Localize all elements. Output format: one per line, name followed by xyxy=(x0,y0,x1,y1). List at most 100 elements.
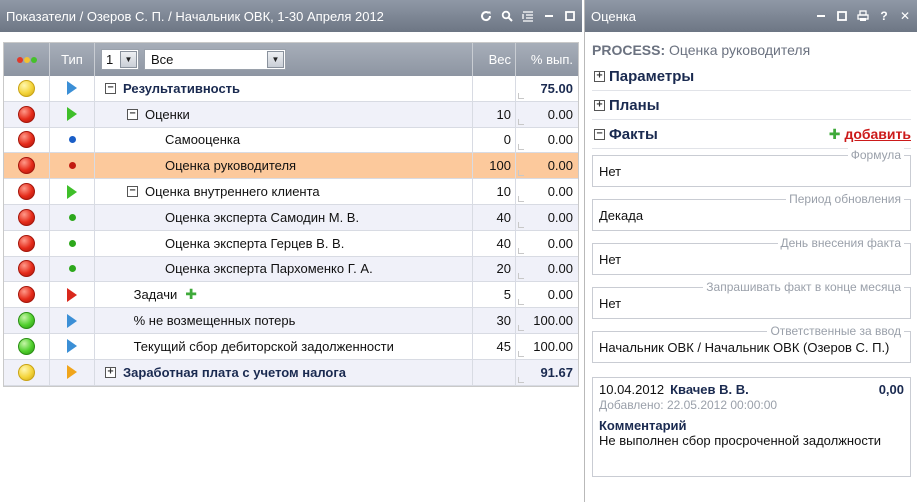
field-value: Нет xyxy=(599,164,622,179)
status-red-icon xyxy=(18,157,35,175)
status-cell xyxy=(4,179,50,204)
table-row[interactable]: Задачи ✚ 5 0.00 xyxy=(4,282,578,309)
type-cell xyxy=(50,282,95,308)
minimize-icon[interactable] xyxy=(815,10,827,22)
fact-field[interactable]: Ответственные за ввод Начальник ОВК / Нач… xyxy=(592,324,911,363)
status-yellow-icon xyxy=(18,79,35,97)
refresh-icon[interactable] xyxy=(480,10,492,22)
name-cell[interactable]: Самооценка xyxy=(95,127,473,153)
name-cell[interactable]: % не возмещенных потерь xyxy=(95,308,473,333)
status-cell xyxy=(4,127,50,153)
weight-cell xyxy=(473,359,516,385)
table-row[interactable]: % не возмещенных потерь 30 100.00 xyxy=(4,308,578,334)
name-cell[interactable]: Задачи ✚ xyxy=(95,282,473,308)
name-cell[interactable]: + Заработная плата с учетом налога xyxy=(95,359,473,385)
help-icon[interactable]: ? xyxy=(878,10,890,22)
percent-cell: 0.00 xyxy=(516,257,578,282)
status-yellow-icon xyxy=(18,363,35,381)
print-icon[interactable] xyxy=(857,10,869,22)
weight-cell: 10 xyxy=(473,179,516,204)
table-row[interactable]: − Оценка внутреннего клиента 10 0.00 xyxy=(4,179,578,205)
minimize-icon[interactable] xyxy=(543,10,555,22)
process-title: Оценка руководителя xyxy=(669,42,811,58)
table-row[interactable]: − Результативность 75.00 xyxy=(4,76,578,102)
percent-cell: 75.00 xyxy=(516,76,578,101)
type-column-header[interactable]: Тип xyxy=(50,43,95,76)
add-task-icon[interactable]: ✚ xyxy=(185,286,197,303)
comment-text: Не выполнен сбор просроченной задолжност… xyxy=(599,433,882,448)
level-select[interactable]: 1 ▼ xyxy=(101,49,139,70)
table-row[interactable]: Текущий сбор дебиторской задолженности 45… xyxy=(4,333,578,360)
status-cell xyxy=(4,153,50,179)
fact-field[interactable]: Запрашивать факт в конце месяца Нет xyxy=(592,280,911,319)
percent-cell: 0.00 xyxy=(516,231,578,256)
name-cell[interactable]: − Результативность xyxy=(95,76,473,101)
expand-icon[interactable]: + xyxy=(594,99,605,111)
table-row[interactable]: + Заработная плата с учетом налога 91.67 xyxy=(4,359,578,386)
percent-cell: 91.67 xyxy=(516,360,578,385)
chevron-down-icon[interactable]: ▼ xyxy=(267,51,284,68)
close-icon[interactable]: ✕ xyxy=(899,10,911,22)
type-cell xyxy=(50,127,95,153)
name-cell[interactable]: Текущий сбор дебиторской задолженности xyxy=(95,333,473,359)
percent-column-header[interactable]: % вып. xyxy=(516,43,578,76)
table-row[interactable]: Оценка руководителя 100 0.00 xyxy=(4,153,578,180)
fact-field[interactable]: День внесения факта Нет xyxy=(592,236,911,275)
fact-field[interactable]: Формула Нет xyxy=(592,148,911,187)
comment-label: Комментарий xyxy=(599,418,687,433)
table-row[interactable]: Оценка эксперта Герцев В. В. 40 0.00 xyxy=(4,230,578,257)
chevron-down-icon[interactable]: ▼ xyxy=(120,51,137,68)
fact-author: Квачев В. В. xyxy=(670,382,749,397)
name-cell[interactable]: Оценка эксперта Пархоменко Г. А. xyxy=(95,256,473,282)
weight-cell xyxy=(473,76,516,101)
section-params[interactable]: + Параметры xyxy=(592,62,911,91)
fact-field[interactable]: Период обновления Декада xyxy=(592,192,911,231)
type-dot-icon xyxy=(68,136,76,144)
expand-icon[interactable]: + xyxy=(594,70,605,82)
type-triangle-icon xyxy=(67,184,77,199)
field-legend: Период обновления xyxy=(786,192,904,206)
row-name: Результативность xyxy=(123,80,241,96)
collapse-icon[interactable]: − xyxy=(594,128,605,140)
percent-cell: 0.00 xyxy=(516,153,578,178)
collapse-icon[interactable]: − xyxy=(127,108,138,120)
weight-column-header[interactable]: Вес xyxy=(473,43,516,76)
maximize-icon[interactable] xyxy=(564,10,576,22)
add-icon[interactable]: ✚ xyxy=(829,126,841,143)
status-red-icon xyxy=(18,183,35,201)
row-name: Задачи xyxy=(133,287,178,303)
name-cell[interactable]: Оценка эксперта Герцев В. В. xyxy=(95,230,473,256)
type-triangle-icon xyxy=(67,107,77,122)
collapse-icon[interactable]: − xyxy=(105,82,116,94)
status-column-header[interactable] xyxy=(4,43,50,76)
expand-icon[interactable]: + xyxy=(105,366,116,378)
process-label: PROCESS: xyxy=(592,42,666,58)
search-icon[interactable] xyxy=(501,10,513,22)
fact-card[interactable]: 10.04.2012 Квачев В. В. 0,00 Добавлено: … xyxy=(592,377,911,477)
status-cell xyxy=(4,230,50,256)
field-value: Декада xyxy=(599,208,644,223)
section-facts[interactable]: − Факты ✚ добавить xyxy=(592,120,911,149)
section-plans[interactable]: + Планы xyxy=(592,91,911,120)
table-row[interactable]: Оценка эксперта Самодин М. В. 40 0.00 xyxy=(4,204,578,231)
name-cell[interactable]: − Оценка внутреннего клиента xyxy=(95,179,473,204)
list-icon[interactable] xyxy=(522,10,534,22)
row-name: Оценка эксперта Пархоменко Г. А. xyxy=(165,261,373,277)
indicators-window-title: Показатели / Озеров С. П. / Начальник ОВ… xyxy=(6,8,384,24)
add-fact-link[interactable]: добавить xyxy=(844,126,911,142)
status-cell xyxy=(4,256,50,282)
collapse-icon[interactable]: − xyxy=(127,186,138,198)
percent-cell: 100.00 xyxy=(516,334,578,359)
filter-select[interactable]: Все ▼ xyxy=(144,49,286,70)
name-cell[interactable]: Оценка эксперта Самодин М. В. xyxy=(95,204,473,230)
name-cell[interactable]: Оценка руководителя xyxy=(95,153,473,179)
name-cell[interactable]: − Оценки xyxy=(95,101,473,127)
evaluation-window-title: Оценка xyxy=(591,8,637,24)
type-cell xyxy=(50,308,95,333)
table-row[interactable]: − Оценки 10 0.00 xyxy=(4,101,578,128)
table-row[interactable]: Оценка эксперта Пархоменко Г. А. 20 0.00 xyxy=(4,256,578,283)
name-column-header: 1 ▼ Все ▼ xyxy=(95,43,473,76)
status-red-icon xyxy=(18,105,35,123)
maximize-icon[interactable] xyxy=(836,10,848,22)
table-row[interactable]: Самооценка 0 0.00 xyxy=(4,127,578,154)
